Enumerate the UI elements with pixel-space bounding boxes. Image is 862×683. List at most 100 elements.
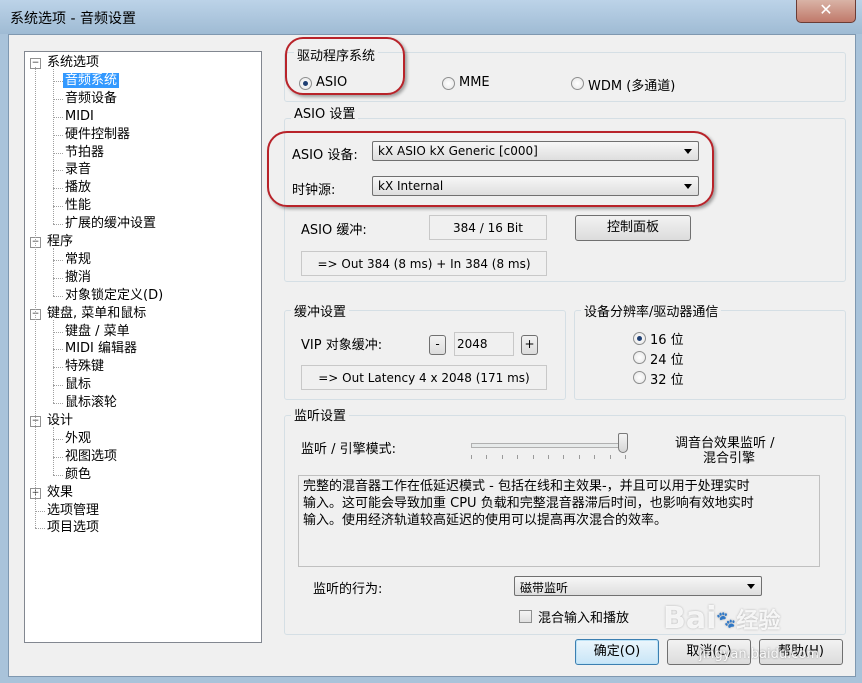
- tree-item[interactable]: 设计: [45, 412, 75, 429]
- monitor-description-line1: 完整的混音器工作在低延迟模式 - 包括在线和主效果-，并且可以用于处理实时: [303, 479, 750, 494]
- resolution-24-radio[interactable]: [633, 351, 646, 364]
- driver-wdm-radio[interactable]: [571, 77, 584, 90]
- watermark-brand-text: Bai: [663, 601, 717, 636]
- tree-item[interactable]: 视图选项: [63, 448, 119, 465]
- tree-item-label: 撤消: [65, 269, 92, 285]
- slider-tick: [471, 455, 472, 459]
- tree-item-label: 选项管理: [47, 502, 100, 518]
- tree-item-label: 颜色: [65, 466, 92, 482]
- tree-item[interactable]: 撤消: [63, 269, 93, 286]
- slider-tick: [501, 455, 503, 459]
- dialog-client: 系统选项 − 音频系统 音频设备 MIDI 硬件控制器 节拍器 录音 播放 性能 扩展的缓冲设置 程序…: [8, 34, 856, 677]
- slider-tick: [609, 455, 611, 459]
- tree-item-label: 项目选项: [47, 520, 100, 536]
- tree-item[interactable]: 常规: [63, 251, 93, 268]
- tree-item[interactable]: 硬件控制器: [63, 126, 132, 143]
- tree-item[interactable]: 键盘, 菜单和鼠标: [45, 305, 148, 322]
- tree-item[interactable]: 性能: [63, 197, 93, 214]
- tree-item[interactable]: 鼠标: [63, 376, 93, 393]
- tree-item-label: 录音: [65, 162, 92, 178]
- slider-tick: [548, 455, 549, 459]
- tree-connector: [53, 98, 63, 100]
- monitor-description-line3: 输入。使用经济轨道较高延迟的使用可以提高再次混合的效率。: [303, 513, 668, 528]
- tree-item[interactable]: MIDI 编辑器: [63, 340, 139, 357]
- tree-item[interactable]: 音频设备: [63, 90, 119, 107]
- engine-mode-slider-thumb[interactable]: [618, 433, 629, 453]
- tree-item-label: 音频设备: [65, 90, 118, 106]
- tree-item[interactable]: 播放: [63, 179, 93, 196]
- tree-item[interactable]: 外观: [63, 430, 93, 447]
- tree-item-label: 音频系统: [63, 72, 120, 88]
- resolution-16-label[interactable]: 16 位: [650, 329, 684, 348]
- tree-item-label: 对象锁定定义(D): [65, 287, 164, 303]
- driver-wdm-label[interactable]: WDM (多通道): [588, 75, 675, 94]
- tree-item[interactable]: 特殊键: [63, 358, 106, 375]
- tree-connector: [53, 152, 63, 154]
- tree-item-label: 特殊键: [65, 359, 105, 375]
- driver-mme-label[interactable]: MME: [459, 75, 490, 90]
- title-bar[interactable]: 系统选项 - 音频设置 ✕: [0, 0, 862, 34]
- tree-item[interactable]: 鼠标滚轮: [63, 394, 119, 411]
- monitor-behavior-label: 监听的行为:: [313, 582, 383, 597]
- window-title: 系统选项 - 音频设置: [10, 11, 136, 27]
- resolution-32-radio[interactable]: [633, 371, 646, 384]
- monitor-behavior-value: 磁带监听: [520, 581, 569, 595]
- asio-group-label: ASIO 设置: [291, 103, 359, 122]
- tree-item[interactable]: MIDI: [63, 108, 96, 125]
- slider-tick: [486, 455, 488, 459]
- asio-latency-display: => Out 384 (8 ms) + In 384 (8 ms): [301, 251, 547, 276]
- watermark-brand2-text: 经验: [736, 609, 781, 634]
- tree-item[interactable]: 项目选项: [45, 519, 101, 536]
- tree-item[interactable]: 选项管理: [45, 502, 101, 519]
- ok-button[interactable]: 确定(O): [575, 639, 659, 665]
- mix-input-label[interactable]: 混合输入和播放: [538, 607, 629, 626]
- vip-buffer-decrement-button[interactable]: -: [429, 335, 446, 355]
- chevron-down-icon: [747, 584, 755, 589]
- driver-mme-radio[interactable]: [442, 77, 455, 90]
- mix-input-checkbox[interactable]: [519, 610, 532, 623]
- asio-buffer-value: 384 / 16 Bit: [429, 215, 547, 240]
- engine-mode-label: 监听 / 引擎模式:: [301, 442, 397, 457]
- resolution-16-radio[interactable]: [633, 332, 646, 345]
- tree-item-label: 鼠标: [65, 377, 92, 393]
- vip-buffer-increment-button[interactable]: +: [521, 335, 538, 355]
- control-panel-button[interactable]: 控制面板: [575, 215, 691, 241]
- tree-item[interactable]: 键盘 / 菜单: [63, 323, 132, 340]
- tree-item[interactable]: 节拍器: [63, 144, 106, 161]
- monitor-description: 完整的混音器工作在低延迟模式 - 包括在线和主效果-，并且可以用于处理实时 输入…: [298, 475, 820, 567]
- dialog-window: 系统选项 - 音频设置 ✕ 系统选项 − 音频系统 音频设备 MIDI 硬件控制器 节拍器录…: [0, 0, 862, 683]
- resolution-24-label[interactable]: 24 位: [650, 349, 684, 368]
- tree-item-label: 鼠标滚轮: [65, 395, 118, 411]
- tree-item-label: 节拍器: [65, 144, 105, 160]
- tree-connector: [53, 80, 63, 82]
- tree-item[interactable]: 音频系统: [63, 72, 120, 89]
- slider-tick: [578, 455, 580, 459]
- tree-connector: [53, 134, 63, 136]
- resolution-32-label[interactable]: 32 位: [650, 369, 684, 388]
- engine-mode-slider-track[interactable]: [471, 443, 627, 448]
- slider-tick: [594, 455, 596, 459]
- tree-item[interactable]: 效果: [45, 484, 75, 501]
- options-tree[interactable]: 系统选项 − 音频系统 音频设备 MIDI 硬件控制器 节拍器 录音 播放 性能 扩展的缓冲设置 程序…: [24, 51, 262, 643]
- tree-item[interactable]: 颜色: [63, 466, 93, 483]
- vip-buffer-value[interactable]: 2048: [454, 332, 514, 356]
- tree-connector: [53, 188, 63, 190]
- tree-connector: [53, 403, 63, 405]
- tree-connector: [53, 224, 63, 226]
- vip-buffer-label: VIP 对象缓冲:: [301, 338, 383, 353]
- tree-item-label: 性能: [65, 198, 92, 214]
- tree-item-label: 扩展的缓冲设置: [65, 216, 157, 232]
- watermark-url: jingyan.baidu.com: [699, 647, 819, 662]
- buffer-group-label: 缓冲设置: [291, 301, 350, 320]
- monitor-behavior-select[interactable]: 磁带监听: [514, 576, 762, 596]
- tree-connector: [53, 385, 63, 387]
- tree-item[interactable]: 对象锁定定义(D): [63, 287, 165, 304]
- tree-item[interactable]: 程序: [45, 233, 75, 250]
- tree-item[interactable]: 录音: [63, 161, 93, 178]
- tree-item[interactable]: 扩展的缓冲设置: [63, 215, 158, 232]
- tree-connector: [53, 206, 63, 208]
- tree-connector: [53, 259, 63, 261]
- close-button[interactable]: ✕: [796, 0, 856, 23]
- tree-connector: [35, 510, 45, 512]
- tree-connector: [53, 69, 54, 225]
